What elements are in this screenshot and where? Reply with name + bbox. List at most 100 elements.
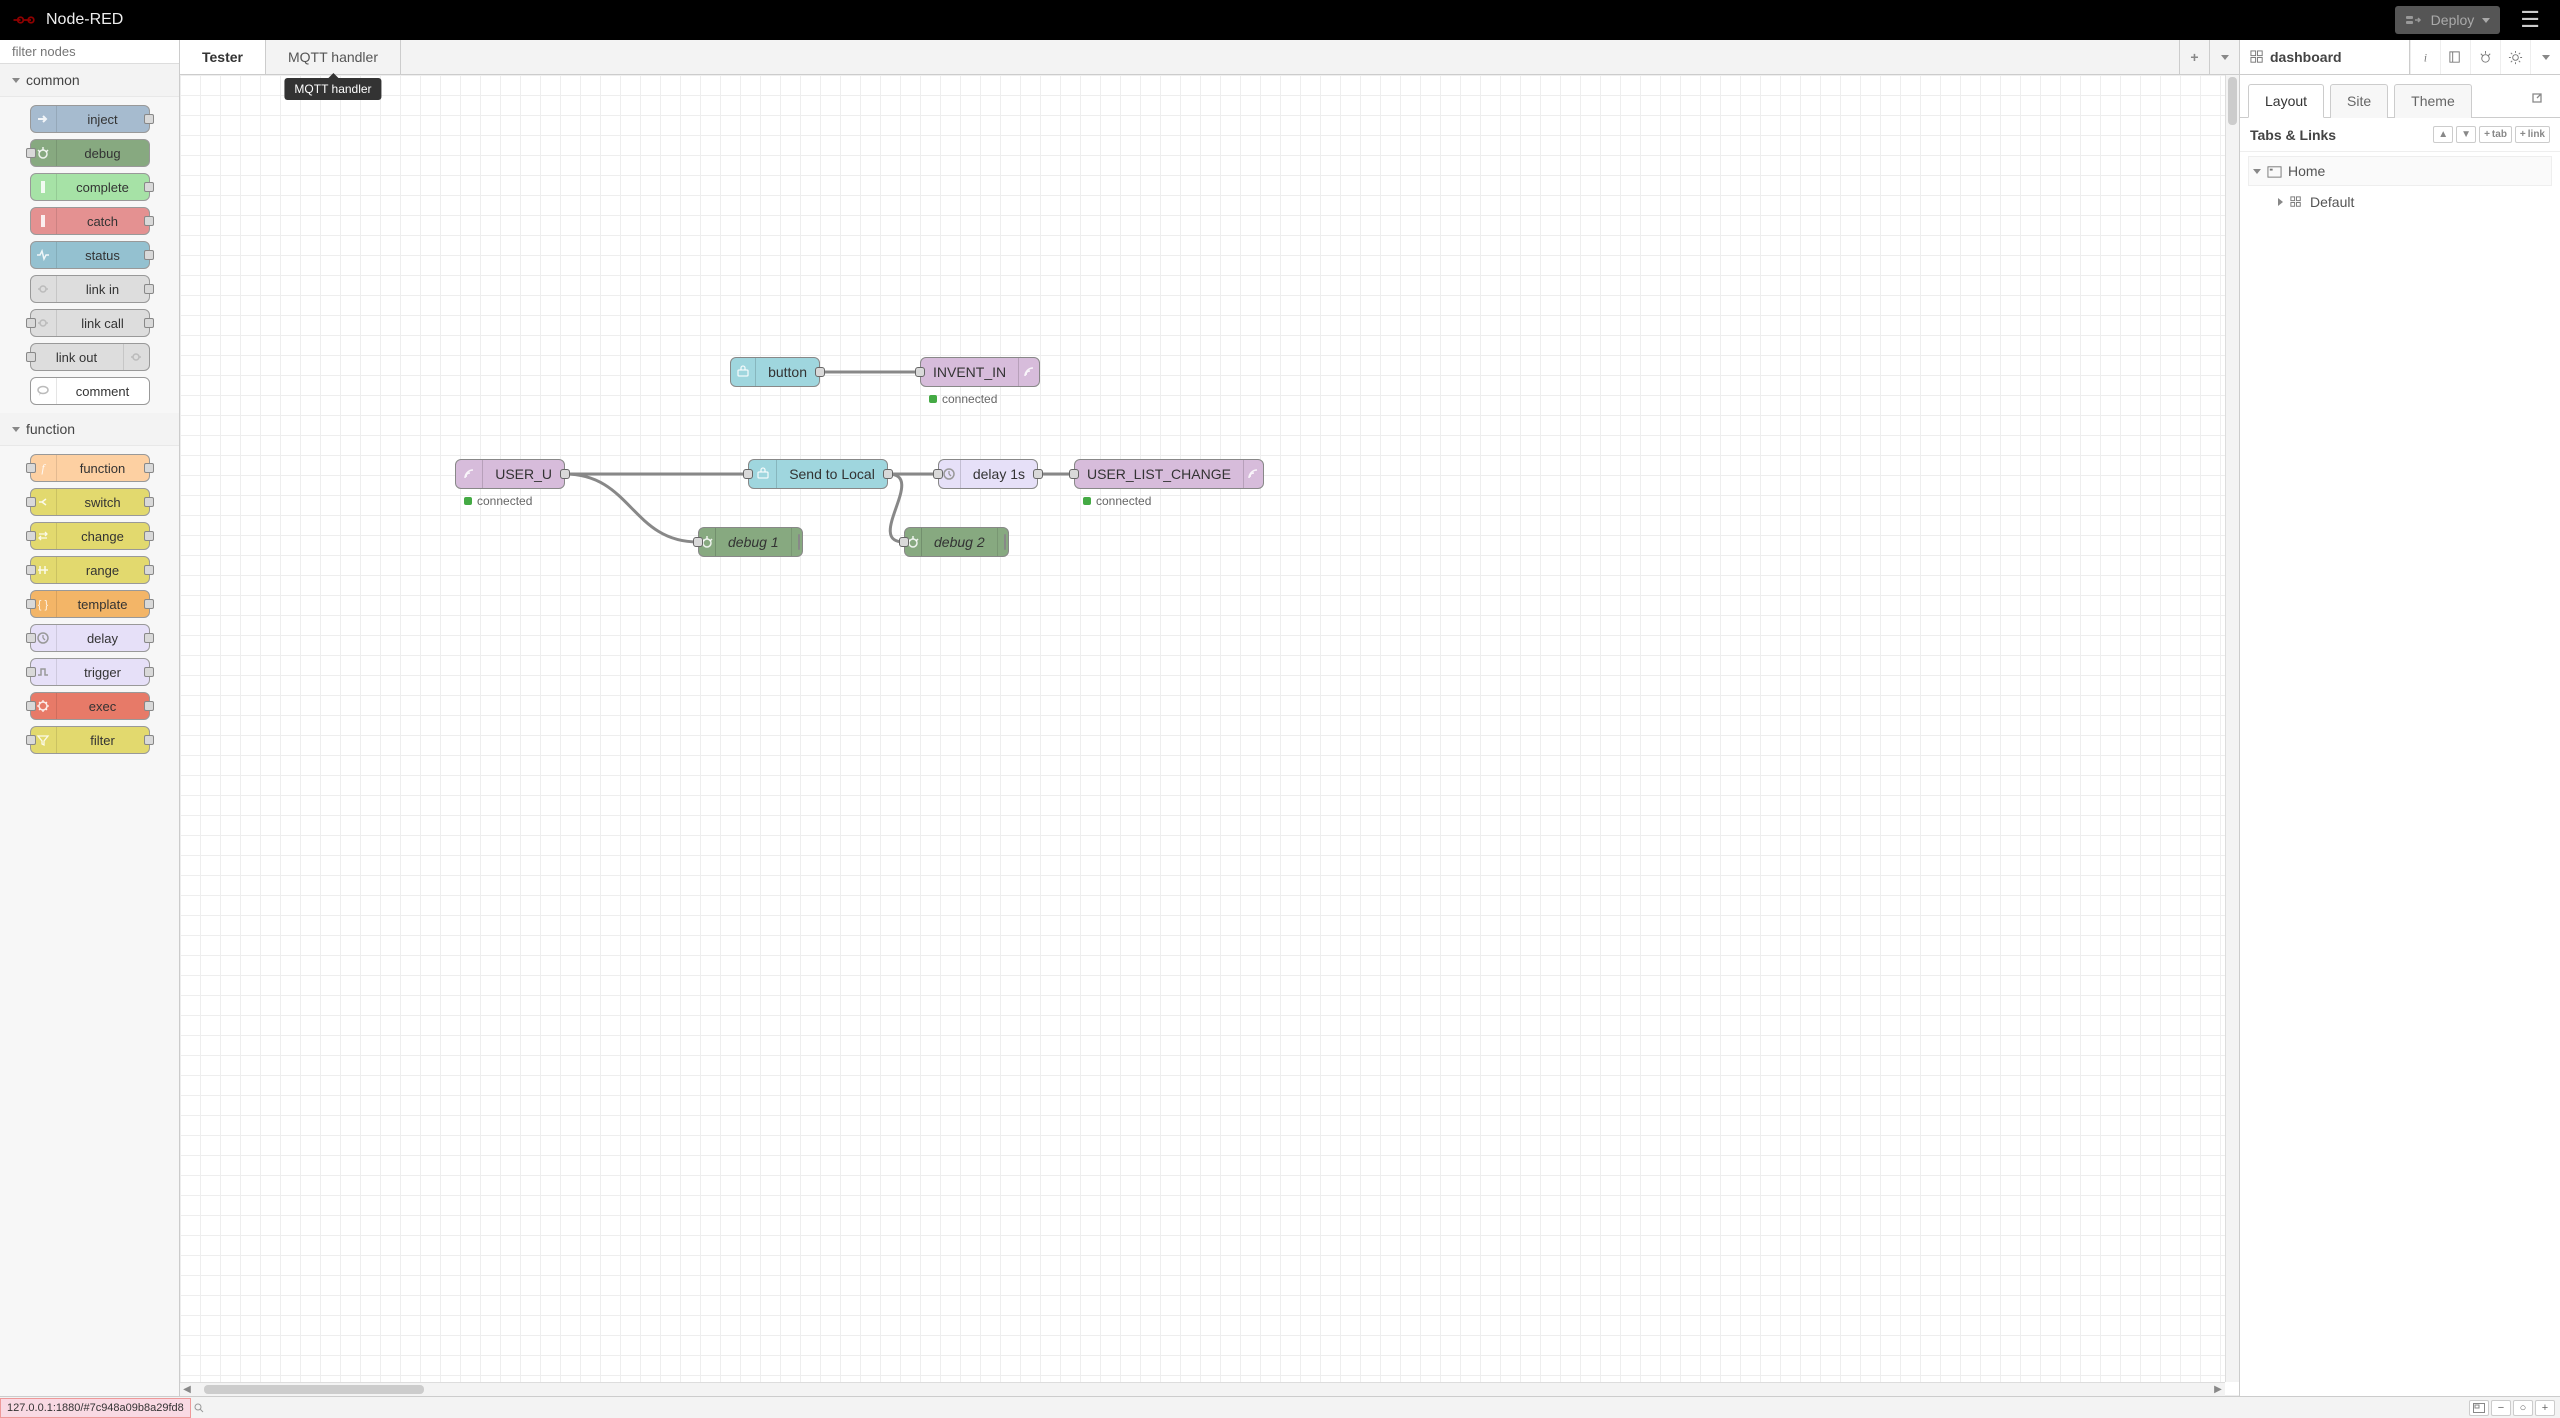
tab-icon	[2267, 164, 2282, 179]
scroll-right-arrow[interactable]: ▶	[2211, 1384, 2225, 1395]
palette-node-function[interactable]: ffunction	[30, 454, 150, 482]
sidebar-info-button[interactable]: i	[2410, 40, 2440, 74]
palette-panel: common inject debug complete catch status link…	[0, 40, 180, 1396]
main-menu-button[interactable]: ☰	[2510, 3, 2550, 37]
debug-toggle[interactable]	[1004, 534, 1006, 550]
deploy-button[interactable]: Deploy	[2395, 6, 2501, 34]
palette-node-complete[interactable]: complete	[30, 173, 150, 201]
palette-node-link-in[interactable]: link in	[30, 275, 150, 303]
palette-node-link-call[interactable]: link call	[30, 309, 150, 337]
flow-tab-tester[interactable]: Tester	[180, 40, 266, 74]
canvas-scrollbar-h[interactable]: ◀ ▶	[180, 1382, 2225, 1396]
output-port	[144, 182, 154, 192]
mqtt-icon	[456, 460, 483, 488]
palette-node-trigger[interactable]: trigger	[30, 658, 150, 686]
add-tab-button[interactable]: +tab	[2479, 126, 2512, 143]
palette-node-inject[interactable]: inject	[30, 105, 150, 133]
scroll-left-arrow[interactable]: ◀	[180, 1384, 194, 1395]
deploy-chevron-icon	[2482, 18, 2490, 23]
flow-tab-mqtt-handler[interactable]: MQTT handlerMQTT handler	[266, 40, 401, 74]
sidebar-dropdown-button[interactable]	[2530, 40, 2560, 74]
palette-node-exec[interactable]: exec	[30, 692, 150, 720]
palette-node-status[interactable]: status	[30, 241, 150, 269]
input-port[interactable]	[899, 537, 909, 547]
output-port	[144, 531, 154, 541]
sidebar-tab-theme[interactable]: Theme	[2394, 84, 2472, 118]
palette-node-catch[interactable]: catch	[30, 207, 150, 235]
output-port	[144, 667, 154, 677]
wires-layer	[180, 75, 2239, 1396]
add-flow-button[interactable]: +	[2179, 40, 2209, 74]
palette-node-switch[interactable]: switch	[30, 488, 150, 516]
palette-node-comment[interactable]: comment	[30, 377, 150, 405]
palette-node-template[interactable]: { }template	[30, 590, 150, 618]
status-icon	[31, 242, 57, 268]
output-port	[144, 701, 154, 711]
palette-category-common[interactable]: common	[0, 64, 179, 97]
expand-all-button[interactable]: ▼	[2456, 126, 2476, 143]
input-port[interactable]	[743, 469, 753, 479]
dashboard-group-default[interactable]: Default	[2248, 188, 2552, 216]
add-link-button[interactable]: +link	[2515, 126, 2550, 143]
palette-scroll[interactable]: common inject debug complete catch status link…	[0, 64, 179, 1396]
sidebar-debug-button[interactable]	[2470, 40, 2500, 74]
catch-icon	[31, 208, 57, 234]
flow-node-invent_in[interactable]: INVENT_INconnected	[920, 357, 1040, 387]
sidebar-book-button[interactable]	[2440, 40, 2470, 74]
zoom-in-button[interactable]: +	[2535, 1400, 2555, 1416]
output-port	[144, 114, 154, 124]
debug-toggle[interactable]	[798, 534, 800, 550]
sidebar-tabs: LayoutSiteTheme	[2240, 75, 2560, 118]
palette-node-debug[interactable]: debug	[30, 139, 150, 167]
app-logo: Node-RED	[10, 11, 123, 29]
flow-node-debug1[interactable]: debug 1	[698, 527, 803, 557]
flow-menu-button[interactable]	[2209, 40, 2239, 74]
palette-category-function[interactable]: function	[0, 413, 179, 446]
input-port	[26, 497, 36, 507]
palette-search[interactable]	[0, 40, 179, 64]
sidebar-popout-button[interactable]	[2522, 83, 2552, 117]
sidebar-config-button[interactable]	[2500, 40, 2530, 74]
output-port[interactable]	[1033, 469, 1043, 479]
sidebar-tab-layout[interactable]: Layout	[2248, 84, 2324, 118]
sidebar-title: dashboard	[2240, 40, 2410, 74]
collapse-all-button[interactable]: ▲	[2433, 126, 2453, 143]
navigator-button[interactable]	[2469, 1400, 2489, 1416]
zoom-reset-button[interactable]: ○	[2513, 1400, 2533, 1416]
workspace: TesterMQTT handlerMQTT handler + button IN…	[180, 40, 2240, 1396]
output-port[interactable]	[815, 367, 825, 377]
chevron-icon	[2253, 169, 2261, 174]
palette-node-range[interactable]: range	[30, 556, 150, 584]
input-port[interactable]	[1069, 469, 1079, 479]
canvas-scrollbar-v[interactable]	[2225, 75, 2239, 1382]
palette-node-filter[interactable]: filter	[30, 726, 150, 754]
input-port[interactable]	[693, 537, 703, 547]
app-header: Node-RED Deploy ☰	[0, 0, 2560, 40]
input-port[interactable]	[933, 469, 943, 479]
dashboard-tab-home[interactable]: Home	[2248, 156, 2552, 186]
group-icon	[2289, 195, 2304, 210]
sidebar-tab-site[interactable]: Site	[2330, 84, 2388, 118]
flow-node-user_list[interactable]: USER_LIST_CHANGEconnected	[1074, 459, 1264, 489]
sidebar-section-title: Tabs & Links	[2250, 127, 2336, 143]
app-title: Node-RED	[46, 11, 123, 29]
input-port[interactable]	[915, 367, 925, 377]
flow-node-send_local[interactable]: Send to Local	[748, 459, 888, 489]
output-port[interactable]	[883, 469, 893, 479]
palette-node-link-out[interactable]: link out	[30, 343, 150, 371]
output-port	[144, 497, 154, 507]
flow-node-debug2[interactable]: debug 2	[904, 527, 1009, 557]
output-port	[144, 318, 154, 328]
flow-node-user_u[interactable]: USER_Uconnected	[455, 459, 565, 489]
palette-node-change[interactable]: change	[30, 522, 150, 550]
palette-node-delay[interactable]: delay	[30, 624, 150, 652]
palette-filter-input[interactable]	[12, 44, 188, 59]
flow-node-button[interactable]: button	[730, 357, 820, 387]
flow-node-delay1s[interactable]: delay 1s	[938, 459, 1038, 489]
chevron-icon	[2278, 198, 2283, 206]
input-port	[26, 463, 36, 473]
node-status: connected	[1083, 494, 1151, 508]
flow-canvas[interactable]: button INVENT_INconnected USER_Uconnected S…	[180, 75, 2239, 1396]
output-port[interactable]	[560, 469, 570, 479]
zoom-out-button[interactable]: −	[2491, 1400, 2511, 1416]
